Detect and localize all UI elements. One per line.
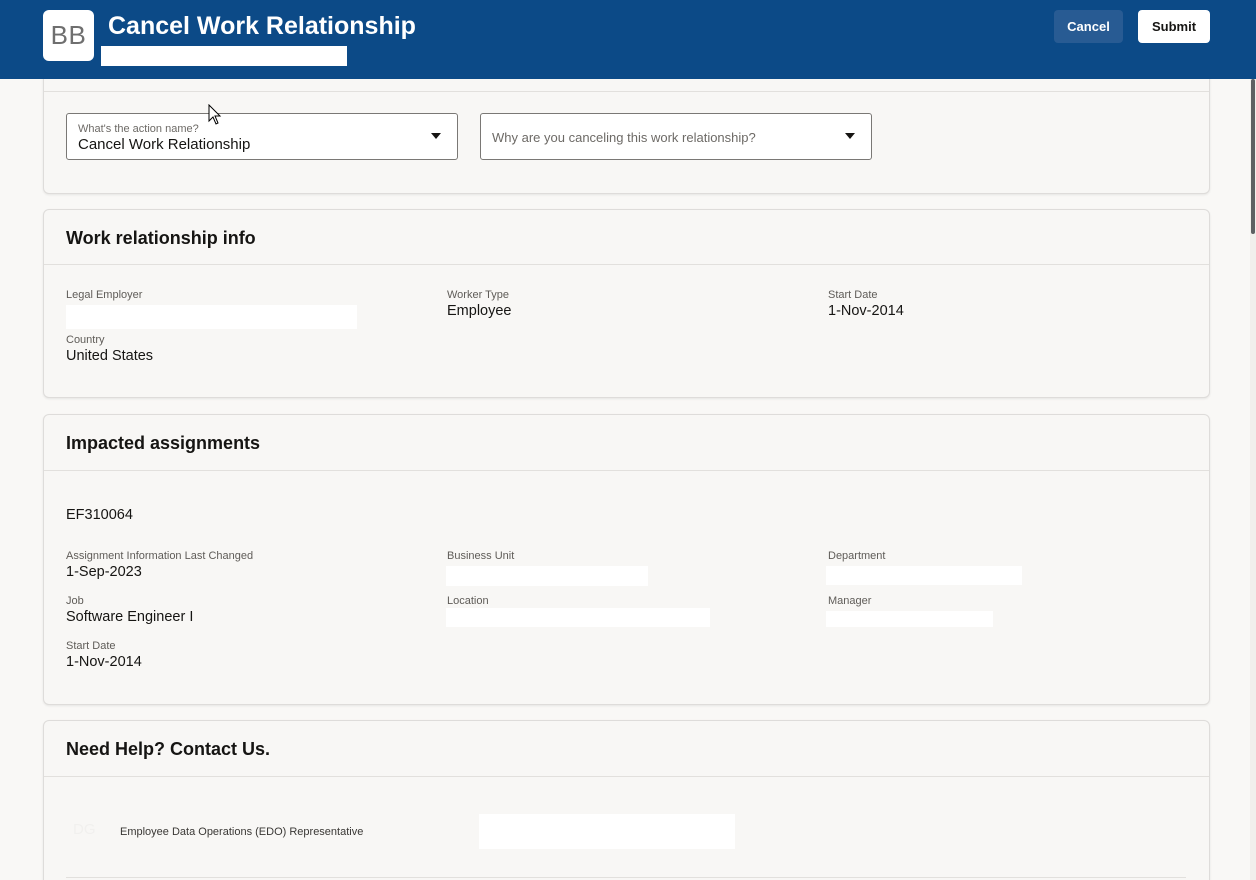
section-title: Need Help? Contact Us. bbox=[66, 739, 271, 759]
action-name-select[interactable]: What's the action name? Cancel Work Rela… bbox=[66, 113, 458, 160]
card-divider bbox=[44, 91, 1209, 92]
location-value bbox=[446, 608, 710, 627]
reason-placeholder: Why are you canceling this work relation… bbox=[492, 130, 756, 145]
section-title: Impacted assignments bbox=[66, 433, 261, 453]
impacted-assignments-card: Impacted assignments EF310064 Assignment… bbox=[43, 414, 1210, 705]
card-divider bbox=[44, 470, 1209, 471]
legal-employer-label: Legal Employer bbox=[66, 289, 143, 301]
business-unit-label: Business Unit bbox=[447, 550, 515, 562]
action-card: What's the action name? Cancel Work Rela… bbox=[43, 62, 1210, 194]
start-date-label: Start Date bbox=[828, 289, 878, 301]
card-divider bbox=[44, 264, 1209, 265]
scrollbar[interactable] bbox=[1250, 79, 1256, 880]
work-relationship-card: Work relationship info Legal Employer Wo… bbox=[43, 209, 1210, 398]
scrollbar-thumb[interactable] bbox=[1251, 79, 1255, 234]
page-header: BB Cancel Work Relationship Cancel Submi… bbox=[0, 0, 1256, 79]
chevron-down-icon bbox=[431, 133, 441, 139]
job-value: Software Engineer I bbox=[66, 609, 194, 625]
cancel-button[interactable]: Cancel bbox=[1054, 10, 1123, 43]
manager-value bbox=[826, 611, 993, 627]
submit-button[interactable]: Submit bbox=[1138, 10, 1210, 43]
contact-avatar: DG bbox=[73, 821, 96, 838]
country-value: United States bbox=[66, 348, 154, 364]
subtitle-redacted bbox=[101, 46, 347, 66]
worker-type-value: Employee bbox=[447, 303, 512, 319]
job-label: Job bbox=[66, 595, 84, 607]
assignment-start-date-label: Start Date bbox=[66, 640, 116, 652]
department-label: Department bbox=[828, 550, 886, 562]
mouse-pointer-icon bbox=[208, 104, 222, 125]
start-date-value: 1-Nov-2014 bbox=[828, 303, 904, 319]
contact-role: Employee Data Operations (EDO) Represent… bbox=[120, 826, 364, 838]
manager-label: Manager bbox=[828, 595, 872, 607]
action-name-label: What's the action name? bbox=[78, 123, 199, 135]
card-divider bbox=[44, 776, 1209, 777]
section-title: Work relationship info bbox=[66, 228, 256, 248]
card-divider bbox=[66, 877, 1186, 878]
page-title: Cancel Work Relationship bbox=[108, 12, 416, 40]
location-label: Location bbox=[447, 595, 489, 607]
reason-select[interactable]: Why are you canceling this work relation… bbox=[480, 113, 872, 160]
last-changed-value: 1-Sep-2023 bbox=[66, 564, 142, 580]
department-value bbox=[826, 566, 1022, 585]
worker-type-label: Worker Type bbox=[447, 289, 509, 301]
chevron-down-icon bbox=[845, 133, 855, 139]
action-name-value: Cancel Work Relationship bbox=[78, 136, 251, 153]
avatar: BB bbox=[43, 10, 94, 61]
country-label: Country bbox=[66, 334, 105, 346]
assignment-number: EF310064 bbox=[66, 507, 133, 523]
legal-employer-value bbox=[66, 305, 357, 329]
business-unit-value bbox=[446, 566, 648, 586]
contact-name-redacted bbox=[479, 814, 735, 849]
assignment-start-date-value: 1-Nov-2014 bbox=[66, 654, 142, 670]
help-card: Need Help? Contact Us. DG Employee Data … bbox=[43, 720, 1210, 880]
last-changed-label: Assignment Information Last Changed bbox=[66, 550, 254, 562]
